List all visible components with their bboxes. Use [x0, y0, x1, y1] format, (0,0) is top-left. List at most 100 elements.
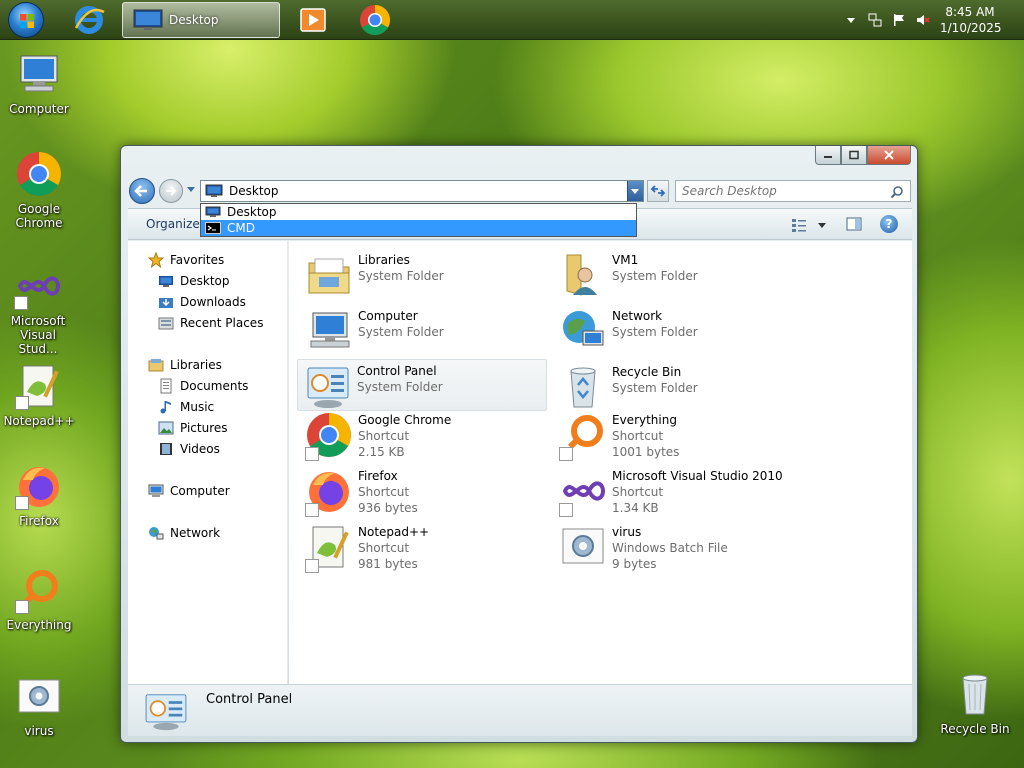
downloads-folder-icon [159, 298, 173, 308]
batch-file-icon [18, 679, 60, 713]
nav-libraries-videos[interactable]: Videos [158, 440, 220, 458]
minimize-icon [824, 156, 832, 158]
nav-label: Favorites [170, 253, 225, 267]
taskbar-explorer-label: Desktop [169, 13, 219, 27]
nav-favorites[interactable]: Favorites [148, 251, 224, 269]
nav-computer[interactable]: Computer [148, 482, 230, 500]
file-name: Notepad++ [358, 525, 430, 539]
close-button[interactable] [867, 146, 911, 165]
nav-libraries[interactable]: Libraries [148, 356, 222, 374]
file-size: 1.34 KB [612, 501, 659, 515]
file-type: System Folder [358, 325, 444, 339]
desktop-icon-everything[interactable]: Everything [1, 566, 77, 632]
nav-favorites-recent-places[interactable]: Recent Places [158, 314, 263, 332]
shortcut-arrow-icon [305, 447, 319, 461]
volume-muted-icon[interactable] [916, 13, 930, 27]
file-item-computer[interactable]: Computer System Folder [301, 305, 551, 355]
network-globe-icon [563, 311, 604, 346]
file-size: 2.15 KB [358, 445, 405, 459]
recent-pages-dropdown-icon[interactable] [186, 186, 196, 194]
explorer-window: Desktop Search Desktop Desktop CMD Organ… [120, 145, 918, 743]
file-item-libraries[interactable]: Libraries System Folder [301, 249, 551, 299]
preview-pane-icon [846, 217, 862, 231]
preview-pane-button[interactable] [846, 216, 862, 232]
nav-favorites-desktop[interactable]: Desktop [158, 272, 230, 290]
flag-icon[interactable] [892, 13, 906, 27]
file-name: Network [612, 309, 663, 323]
shortcut-arrow-icon [305, 503, 319, 517]
file-type: System Folder [612, 381, 698, 395]
file-item-control-panel[interactable]: Control Panel System Folder [297, 359, 547, 411]
clock[interactable]: 8:45 AM 1/10/2025 [940, 4, 1002, 36]
file-item-visual-studio[interactable]: Microsoft Visual Studio 2010 Shortcut 1.… [555, 465, 805, 517]
taskbar-google-chrome[interactable] [356, 2, 394, 38]
file-item-firefox[interactable]: Firefox Shortcut 936 bytes [301, 465, 551, 517]
nav-label: Music [180, 400, 215, 414]
file-name: Recycle Bin [612, 365, 682, 379]
address-dropdown-item-cmd[interactable]: CMD [201, 220, 636, 236]
back-button[interactable] [129, 178, 155, 204]
file-item-network[interactable]: Network System Folder [555, 305, 805, 355]
arrow-right-icon [166, 186, 177, 196]
desktop-icon-firefox[interactable]: Firefox [1, 462, 77, 528]
recycle-bin-icon [570, 367, 596, 408]
nav-libraries-documents[interactable]: Documents [158, 377, 248, 395]
views-icon [792, 219, 826, 232]
computer-icon [20, 55, 58, 92]
desktop-icon-visual-studio[interactable]: Microsoft Visual Stud... [0, 262, 76, 356]
chevron-up-icon[interactable] [844, 13, 858, 27]
nav-favorites-downloads[interactable]: Downloads [158, 293, 246, 311]
file-size: 1001 bytes [612, 445, 680, 459]
desktop-icon-virus[interactable]: virus [1, 672, 77, 738]
nav-label: Videos [180, 442, 220, 456]
nav-libraries-music[interactable]: Music [158, 398, 214, 416]
maximize-button[interactable] [841, 146, 867, 165]
desktop-icon-label: Firefox [19, 514, 59, 528]
media-player-icon [300, 8, 326, 32]
user-folder-icon [566, 254, 597, 296]
network-icon [149, 527, 164, 540]
computer-icon [148, 484, 164, 497]
desktop-icon-label: Recycle Bin [940, 722, 1010, 736]
file-type: System Folder [357, 380, 443, 394]
nav-label: Network [170, 526, 221, 540]
address-dropdown-item-desktop[interactable]: Desktop [201, 204, 636, 220]
file-item-google-chrome[interactable]: Google Chrome Shortcut 2.15 KB [301, 409, 551, 461]
navigation-pane: Favorites Desktop Downloads Recent Place… [128, 241, 288, 684]
file-item-recycle-bin[interactable]: Recycle Bin System Folder [555, 361, 805, 411]
shortcut-arrow-icon [305, 559, 319, 573]
desktop-icon-notepadpp[interactable]: Notepad++ [1, 362, 77, 428]
search-box[interactable] [675, 180, 911, 202]
address-value: Desktop [229, 184, 279, 198]
file-item-notepadpp[interactable]: Notepad++ Shortcut 981 bytes [301, 521, 551, 573]
file-item-everything[interactable]: Everything Shortcut 1001 bytes [555, 409, 805, 461]
change-view-button[interactable] [790, 217, 828, 233]
file-item-virus[interactable]: virus Windows Batch File 9 bytes [555, 521, 805, 571]
taskbar-media-player[interactable] [296, 2, 330, 38]
file-name: Computer [358, 309, 418, 323]
desktop-icon-google-chrome[interactable]: Google Chrome [1, 150, 77, 230]
start-button[interactable] [8, 2, 44, 38]
taskbar-explorer-window[interactable]: Desktop [122, 2, 280, 38]
desktop-icon-label: Notepad++ [3, 414, 75, 428]
forward-button[interactable] [159, 179, 183, 203]
nav-network[interactable]: Network [148, 524, 220, 542]
nav-label: Computer [170, 484, 230, 498]
organize-button[interactable]: Organize [146, 217, 200, 231]
chrome-icon [17, 152, 61, 196]
file-item-vm1[interactable]: VM1 System Folder [555, 249, 805, 299]
refresh-button[interactable] [647, 180, 669, 202]
desktop-icon-recycle-bin[interactable]: Recycle Bin [937, 670, 1013, 736]
nav-libraries-pictures[interactable]: Pictures [158, 419, 228, 437]
minimize-button[interactable] [815, 146, 841, 165]
address-bar[interactable]: Desktop [200, 180, 644, 202]
desktop-icon-computer[interactable]: Computer [1, 50, 77, 116]
network-icon[interactable] [868, 13, 882, 27]
search-input[interactable] [682, 184, 882, 198]
arrow-left-icon [134, 185, 147, 197]
taskbar-internet-explorer[interactable] [70, 2, 108, 38]
shortcut-arrow-icon [559, 503, 573, 517]
search-icon[interactable] [890, 185, 904, 199]
help-button[interactable]: ? [880, 215, 898, 233]
address-dropdown-button[interactable] [627, 181, 643, 201]
